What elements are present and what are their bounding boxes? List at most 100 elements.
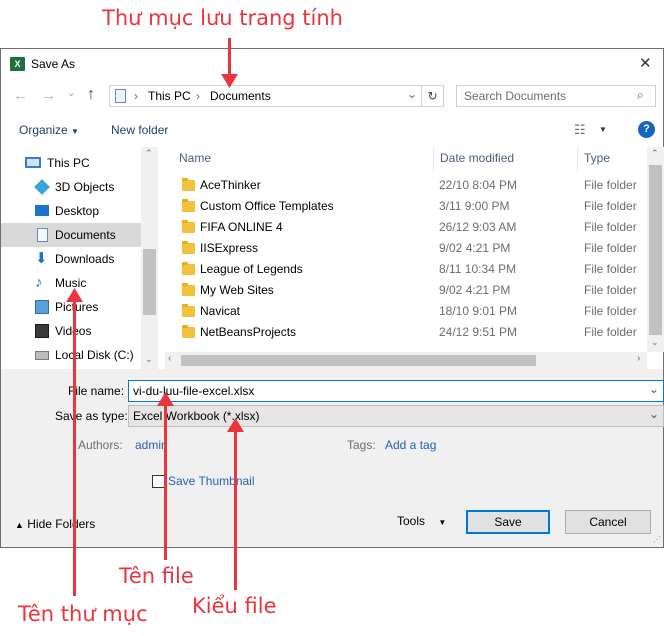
search-icon[interactable]: ⌕ — [637, 88, 644, 103]
tools-label: Tools — [397, 514, 426, 528]
sidebar-item-this-pc[interactable]: This PC — [1, 151, 141, 175]
close-icon[interactable]: ✕ — [639, 54, 652, 72]
navigation-pane: This PC 3D Objects Desktop Documents ⬇ D… — [1, 147, 158, 369]
scroll-up-icon[interactable]: ⌃ — [145, 148, 153, 159]
file-row[interactable]: League of Legends 8/11 10:34 PM File fol… — [165, 259, 647, 280]
file-row[interactable]: NetBeansProjects 24/12 9:51 PM File fold… — [165, 322, 647, 343]
file-name: NetBeansProjects — [200, 325, 297, 339]
scroll-right-icon[interactable]: › — [637, 353, 640, 364]
scroll-left-icon[interactable]: ‹ — [168, 353, 171, 364]
save-thumbnail-label[interactable]: Save Thumbnail — [168, 474, 255, 488]
file-date: 22/10 8:04 PM — [439, 178, 518, 192]
sidebar-item-videos[interactable]: Videos — [1, 319, 141, 343]
column-header-date-modified[interactable]: Date modified — [440, 147, 514, 171]
folder-icon — [182, 325, 195, 338]
file-row[interactable]: My Web Sites 9/02 4:21 PM File folder — [165, 280, 647, 301]
save-as-type-select[interactable]: Excel Workbook (*.xlsx) ⌄ — [128, 405, 664, 427]
recent-dropdown-icon[interactable]: ⌄ — [67, 88, 75, 99]
search-input[interactable]: Search Documents — [464, 89, 566, 103]
sidebar-item-local-disk[interactable]: Local Disk (C:) — [1, 343, 141, 367]
file-date: 9/02 4:21 PM — [439, 241, 511, 255]
scroll-down-icon[interactable]: ⌄ — [651, 337, 659, 348]
file-name: Custom Office Templates — [200, 199, 334, 213]
back-arrow-icon[interactable]: ← — [13, 87, 28, 104]
file-date: 8/11 10:34 PM — [439, 262, 517, 276]
file-row[interactable]: Custom Office Templates 3/11 9:00 PM Fil… — [165, 196, 647, 217]
computer-icon — [25, 157, 41, 168]
column-header-type[interactable]: Type — [584, 147, 610, 171]
excel-icon: X — [10, 57, 25, 71]
file-row[interactable]: IISExpress 9/02 4:21 PM File folder — [165, 238, 647, 259]
annotation-arrowhead-down — [221, 74, 238, 88]
authors-label: Authors: — [78, 438, 123, 452]
chevron-down-icon[interactable]: ▼ — [599, 125, 607, 134]
sidebar-item-3d-objects[interactable]: 3D Objects — [1, 175, 141, 199]
file-name: IISExpress — [200, 241, 259, 255]
view-options-icon[interactable]: ☷ — [574, 122, 586, 138]
sidebar-item-desktop[interactable]: Desktop — [1, 199, 141, 223]
authors-value[interactable]: admin — [135, 438, 168, 452]
file-row[interactable]: FIFA ONLINE 4 26/12 9:03 AM File folder — [165, 217, 647, 238]
nav-pane-scroll-thumb[interactable] — [143, 249, 156, 315]
chevron-down-icon[interactable]: ⌄ — [649, 382, 659, 396]
file-row[interactable]: Navicat 18/10 9:01 PM File folder — [165, 301, 647, 322]
new-folder-button[interactable]: New folder — [111, 123, 168, 137]
breadcrumb-this-pc[interactable]: This PC — [148, 89, 191, 103]
organize-button[interactable]: Organize ▼ — [19, 123, 79, 137]
sidebar-item-label: Local Disk (C:) — [55, 348, 134, 362]
search-box[interactable]: Search Documents ⌕ — [456, 85, 656, 107]
refresh-icon[interactable]: ↻ — [422, 85, 444, 107]
cancel-button[interactable]: Cancel — [565, 510, 651, 534]
save-button[interactable]: Save — [466, 510, 550, 534]
file-date: 3/11 9:00 PM — [439, 199, 510, 213]
file-row[interactable]: AceThinker 22/10 8:04 PM File folder — [165, 175, 647, 196]
annotation-file-type: Kiểu file — [192, 594, 277, 618]
resize-grip-icon[interactable]: ⋰ — [653, 535, 661, 544]
desktop-icon — [35, 205, 49, 216]
tags-input[interactable]: Add a tag — [385, 438, 436, 452]
annotation-file-name: Tên file — [119, 564, 194, 588]
forward-arrow-icon[interactable]: → — [41, 87, 56, 104]
file-date: 18/10 9:01 PM — [439, 304, 518, 318]
sidebar-item-documents[interactable]: Documents — [1, 223, 141, 247]
folder-icon — [182, 304, 195, 317]
annotation-arrowhead-up — [157, 392, 174, 406]
sidebar-item-downloads[interactable]: ⬇ Downloads — [1, 247, 141, 271]
chevron-down-icon[interactable]: ⌄ — [407, 87, 417, 101]
file-date: 9/02 4:21 PM — [439, 283, 511, 297]
address-bar[interactable]: › This PC › Documents ⌄ — [109, 85, 422, 107]
chevron-up-icon: ▲ — [15, 520, 24, 530]
folder-icon — [182, 241, 195, 254]
sidebar-item-label: Documents — [55, 228, 116, 242]
annotation-arrow-shaft — [164, 404, 167, 560]
horizontal-scroll-thumb[interactable] — [181, 355, 536, 366]
sidebar-item-label: This PC — [47, 156, 90, 170]
file-list-scroll-thumb[interactable] — [649, 165, 662, 335]
chevron-down-icon: ▼ — [71, 127, 79, 136]
chevron-down-icon[interactable]: ⌄ — [649, 407, 659, 421]
column-header-name[interactable]: Name — [179, 147, 211, 171]
file-name-input[interactable]: vi-du-luu-file-excel.xlsx — [133, 384, 254, 398]
hide-folders-button[interactable]: ▲ Hide Folders — [15, 517, 95, 531]
music-icon: ♪ — [35, 274, 43, 291]
sidebar-item-label: Downloads — [55, 252, 115, 266]
breadcrumb-separator: › — [196, 89, 200, 103]
breadcrumb-documents[interactable]: Documents — [210, 89, 271, 103]
up-arrow-icon[interactable]: ↑ — [87, 86, 95, 104]
file-name-field[interactable]: vi-du-luu-file-excel.xlsx ⌄ — [128, 380, 664, 402]
sidebar-item-label: Pictures — [55, 300, 99, 314]
file-name-label: File name: — [68, 384, 125, 398]
sort-ascending-icon: ^ — [298, 147, 304, 153]
cube-icon — [34, 179, 50, 195]
help-icon[interactable]: ? — [638, 121, 655, 138]
hide-folders-label: Hide Folders — [27, 517, 96, 531]
file-type: File folder — [584, 283, 637, 297]
scroll-up-icon[interactable]: ⌃ — [651, 148, 659, 159]
organize-label: Organize — [19, 123, 68, 137]
scroll-down-icon[interactable]: ⌄ — [145, 354, 153, 365]
file-type: File folder — [584, 241, 637, 255]
file-type: File folder — [584, 262, 637, 276]
annotation-arrow-shaft — [228, 38, 231, 78]
file-type: File folder — [584, 199, 637, 213]
tools-button[interactable]: Tools ▼ — [397, 514, 446, 528]
